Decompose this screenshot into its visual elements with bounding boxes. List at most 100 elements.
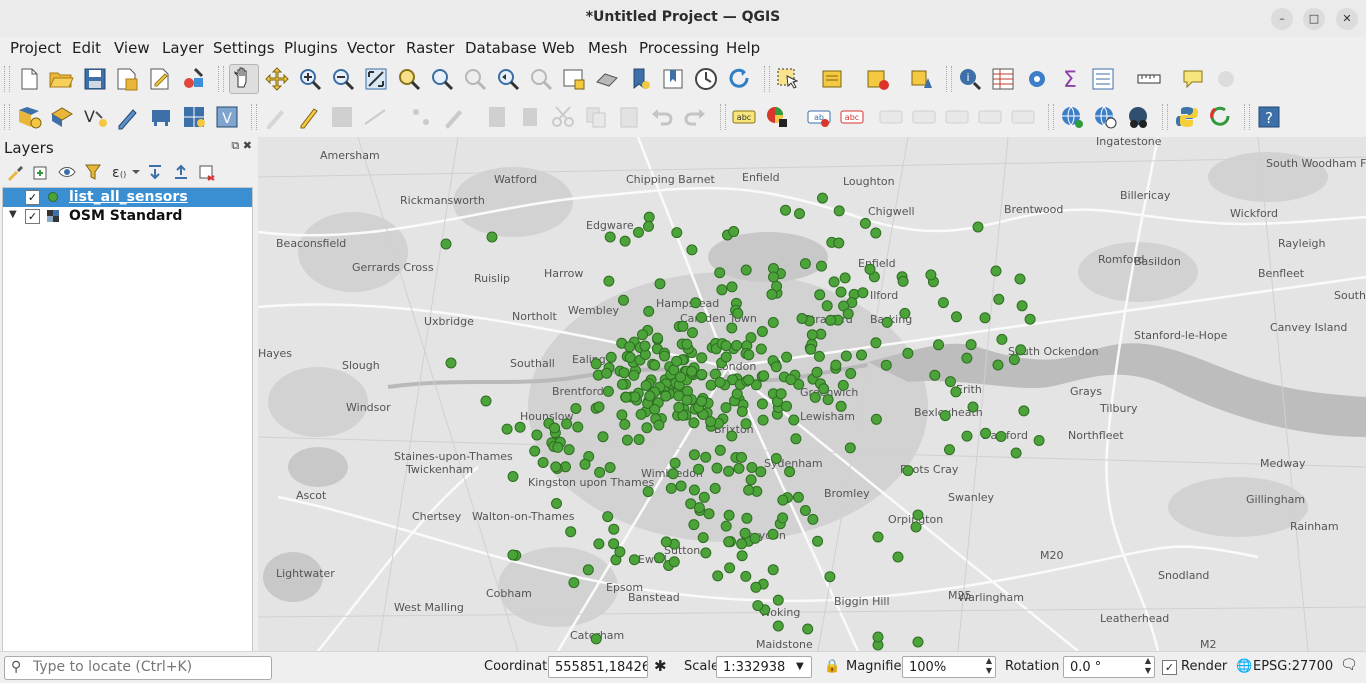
add-xyz-layer-icon[interactable]: [1059, 104, 1085, 130]
toolbar-grip[interactable]: [1162, 104, 1168, 130]
maximize-icon[interactable]: □: [1303, 8, 1325, 30]
attribute-table-icon[interactable]: [990, 66, 1016, 92]
new-project-icon[interactable]: [16, 66, 42, 92]
minimize-icon[interactable]: –: [1271, 8, 1293, 30]
select-location-icon[interactable]: [909, 66, 935, 92]
coordinate-field[interactable]: 555851,184265: [548, 656, 648, 678]
new-bookmark-icon[interactable]: [627, 66, 653, 92]
save-as-icon[interactable]: [114, 66, 140, 92]
menu-plugins[interactable]: Plugins: [284, 39, 338, 57]
add-delimited-text-icon[interactable]: V: [82, 104, 108, 130]
messages-icon[interactable]: 🗨: [1340, 657, 1358, 673]
identify-features-icon[interactable]: i: [957, 66, 983, 92]
deselect-icon[interactable]: [865, 66, 891, 92]
python-console-icon[interactable]: [1174, 104, 1200, 130]
add-group-icon[interactable]: [32, 163, 50, 181]
help-icon[interactable]: ?: [1256, 104, 1282, 130]
zoom-next-icon[interactable]: [528, 66, 554, 92]
add-virtual-layer-icon[interactable]: V: [214, 104, 240, 130]
style-manager-icon[interactable]: [181, 66, 207, 92]
toolbar-grip[interactable]: [218, 66, 224, 92]
toolbar-grip[interactable]: [946, 66, 952, 92]
scissors-icon[interactable]: [550, 104, 576, 130]
magnifier-spin-icon[interactable]: ▲ ▼: [982, 656, 996, 678]
menu-help[interactable]: Help: [726, 39, 760, 57]
add-wfs-icon[interactable]: [181, 104, 207, 130]
digitize-icon[interactable]: [115, 104, 141, 130]
menu-project[interactable]: Project: [10, 39, 61, 57]
add-wms-icon[interactable]: [148, 104, 174, 130]
temporal-controller-icon[interactable]: [693, 66, 719, 92]
render-checkbox[interactable]: ✓: [1162, 660, 1177, 675]
zoom-to-selection-icon[interactable]: [396, 66, 422, 92]
map-svg[interactable]: Amersham Chipping Barnet Enfield Loughton In…: [258, 137, 1366, 651]
quickmapservices-icon[interactable]: [1125, 104, 1151, 130]
pin-labels-icon[interactable]: [878, 104, 904, 130]
refresh-icon[interactable]: [726, 66, 752, 92]
pan-map-icon[interactable]: [229, 64, 259, 94]
statistics-icon[interactable]: Σ: [1057, 66, 1083, 92]
menu-database[interactable]: Database: [465, 39, 537, 57]
pan-to-selection-icon[interactable]: [264, 66, 290, 92]
open-field-calculator-icon[interactable]: [1090, 66, 1116, 92]
manage-visibility-icon[interactable]: [58, 163, 76, 181]
paste-features-icon[interactable]: [616, 104, 642, 130]
copy-features-icon[interactable]: [583, 104, 609, 130]
modify-attributes-icon[interactable]: [441, 104, 467, 130]
show-hide-labels-icon[interactable]: [911, 104, 937, 130]
lock-scale-icon[interactable]: 🔒: [824, 659, 840, 674]
open-project-icon[interactable]: [48, 66, 74, 92]
show-bookmarks-icon[interactable]: [660, 66, 686, 92]
add-line-feature-icon[interactable]: [362, 104, 388, 130]
vertex-tool-icon[interactable]: [408, 104, 434, 130]
toggle-extents-icon[interactable]: ✱: [654, 657, 667, 675]
cut-features-icon[interactable]: [517, 104, 543, 130]
toolbar-grip[interactable]: [4, 66, 10, 92]
new-3d-view-icon[interactable]: [594, 66, 620, 92]
layer-visibility-checkbox[interactable]: ✓: [25, 190, 40, 205]
delete-selected-icon[interactable]: [484, 104, 510, 130]
move-label-icon[interactable]: [944, 104, 970, 130]
layer-labeling-icon[interactable]: abc: [731, 104, 757, 130]
open-styling-icon[interactable]: [6, 163, 24, 181]
remove-layer-icon[interactable]: [198, 163, 216, 181]
toolbar-grip[interactable]: [1048, 104, 1054, 130]
expand-all-icon[interactable]: [146, 163, 164, 181]
filter-by-expression-icon[interactable]: ε(): [110, 163, 142, 181]
toggle-label-display-icon[interactable]: abc: [839, 104, 865, 130]
layer-row-list-all-sensors[interactable]: ✓ list_all_sensors: [3, 188, 252, 207]
toggle-editing-icon[interactable]: [296, 104, 322, 130]
annotations-icon[interactable]: [1213, 66, 1239, 92]
float-panel-icon[interactable]: ⧉: [231, 139, 239, 152]
toolbar-grip[interactable]: [4, 104, 10, 130]
map-tips-icon[interactable]: [1180, 66, 1206, 92]
add-wcs-icon[interactable]: [1092, 104, 1118, 130]
menu-settings[interactable]: Settings: [213, 39, 275, 57]
locator-search[interactable]: ⚲ Type to locate (Ctrl+K): [4, 656, 272, 680]
menu-processing[interactable]: Processing: [639, 39, 719, 57]
zoom-native-icon[interactable]: [462, 66, 488, 92]
expand-arrow-icon[interactable]: ▼: [9, 209, 17, 220]
crs-globe-icon[interactable]: 🌐: [1236, 659, 1252, 674]
select-by-value-icon[interactable]: [820, 66, 846, 92]
zoom-full-icon[interactable]: [363, 66, 389, 92]
zoom-to-layer-icon[interactable]: [429, 66, 455, 92]
select-features-icon[interactable]: [775, 66, 801, 92]
menu-vector[interactable]: Vector: [347, 39, 395, 57]
zoom-in-icon[interactable]: [297, 66, 323, 92]
add-raster-layer-icon[interactable]: [49, 104, 75, 130]
new-map-view-icon[interactable]: [561, 66, 587, 92]
save-edits-icon[interactable]: [329, 104, 355, 130]
scale-dropdown-icon[interactable]: ▼: [796, 661, 804, 672]
collapse-all-icon[interactable]: [172, 163, 190, 181]
filter-legend-icon[interactable]: [84, 163, 102, 181]
zoom-last-icon[interactable]: [495, 66, 521, 92]
toolbar-grip[interactable]: [1244, 104, 1250, 130]
menu-mesh[interactable]: Mesh: [588, 39, 628, 57]
layer-diagram-icon[interactable]: [764, 104, 790, 130]
close-panel-icon[interactable]: ✖: [243, 139, 252, 152]
measure-line-icon[interactable]: [1136, 66, 1162, 92]
highlight-pinned-labels-icon[interactable]: ab: [806, 104, 832, 130]
layer-visibility-checkbox[interactable]: ✓: [25, 209, 40, 224]
close-icon[interactable]: ✕: [1336, 8, 1358, 30]
